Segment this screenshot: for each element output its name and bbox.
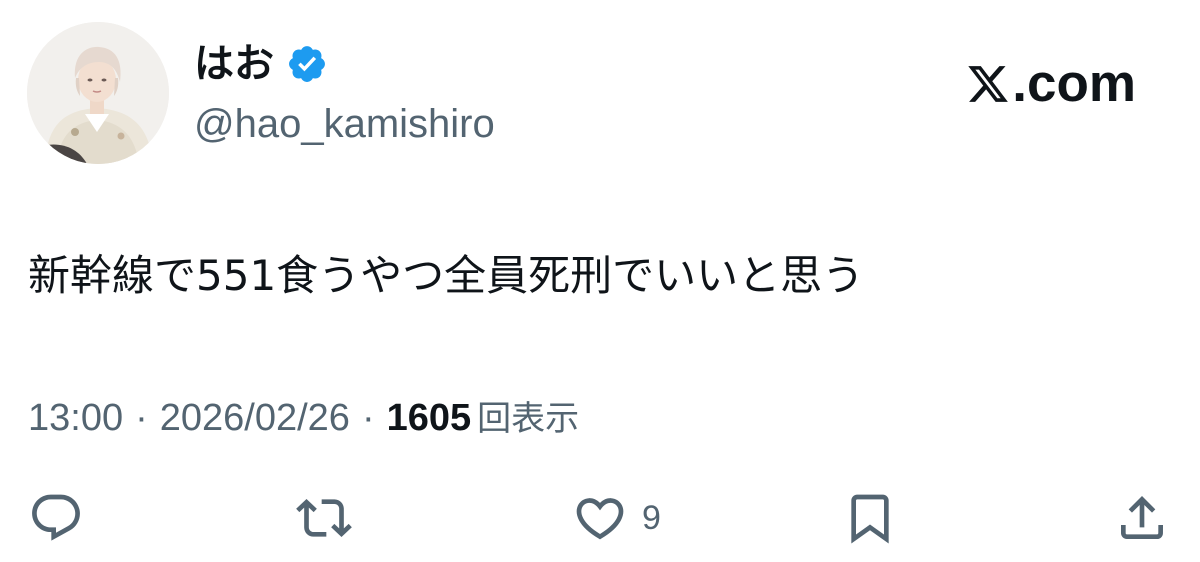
tweet-time[interactable]: 13:00 bbox=[28, 394, 123, 442]
author-name-row[interactable]: はお bbox=[194, 36, 328, 92]
reply-button[interactable] bbox=[28, 488, 84, 548]
tweet-card: はお @hao_kamishiro .com 新幹線で551食うやつ全員死刑でい… bbox=[0, 0, 1200, 562]
brand-watermark: .com bbox=[966, 56, 1136, 112]
action-bar: 9 bbox=[0, 488, 1200, 548]
share-icon bbox=[1121, 496, 1163, 539]
brand-label: .com bbox=[1012, 54, 1136, 113]
author-handle[interactable]: @hao_kamishiro bbox=[194, 100, 495, 148]
reply-icon bbox=[32, 494, 80, 541]
views-count[interactable]: 1605 bbox=[387, 394, 472, 442]
share-button[interactable] bbox=[1114, 488, 1170, 548]
x-logo-icon bbox=[968, 66, 1009, 102]
display-name[interactable]: はお bbox=[194, 44, 274, 84]
retweet-button[interactable] bbox=[296, 488, 352, 548]
tweet-text: 新幹線で551食うやつ全員死刑でいいと思う bbox=[28, 251, 865, 300]
like-button[interactable]: 9 bbox=[572, 488, 661, 548]
avatar[interactable] bbox=[27, 22, 169, 164]
meta-separator: · bbox=[135, 397, 148, 439]
avatar-photo-icon bbox=[27, 22, 169, 164]
views-label[interactable]: 回表示 bbox=[477, 395, 579, 443]
bookmark-icon bbox=[851, 494, 889, 544]
tweet-meta: 13:00 · 2026/02/26 · 1605 回表示 bbox=[28, 394, 579, 443]
verified-badge-icon bbox=[286, 43, 328, 85]
meta-separator: · bbox=[361, 397, 375, 439]
retweet-icon bbox=[296, 499, 352, 537]
tweet-date[interactable]: 2026/02/26 bbox=[160, 394, 350, 442]
like-count: 9 bbox=[642, 498, 661, 537]
bookmark-button[interactable] bbox=[842, 488, 898, 548]
heart-icon bbox=[576, 498, 624, 540]
